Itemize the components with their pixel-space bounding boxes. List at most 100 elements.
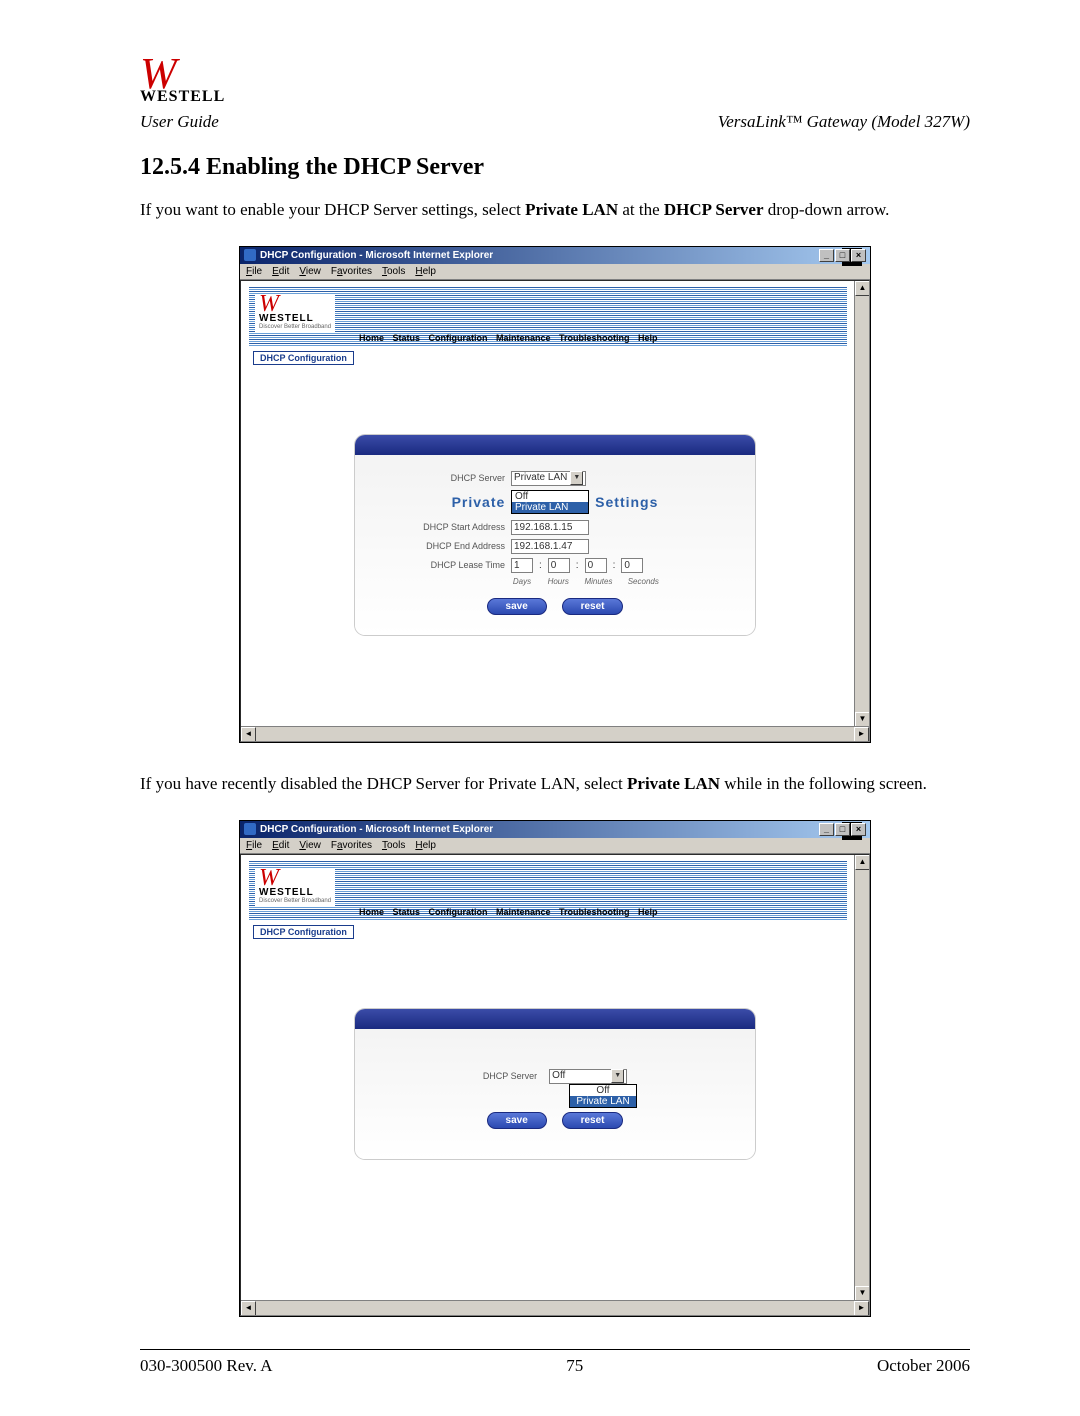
bold-private-lan-2: Private LAN xyxy=(627,774,720,793)
horizontal-scrollbar[interactable]: ◄ ► xyxy=(241,1300,869,1315)
breadcrumb[interactable]: DHCP Configuration xyxy=(253,351,354,365)
page-banner: W WESTELL Discover Better Broadband Home… xyxy=(249,861,847,921)
screenshot-2: DHCP Configuration - Microsoft Internet … xyxy=(239,820,871,1317)
banner-brand: WESTELL xyxy=(259,887,331,898)
banner-tagline: Discover Better Broadband xyxy=(259,898,331,904)
menu-tools[interactable]: Tools xyxy=(382,840,405,851)
bold-dhcp-server: DHCP Server xyxy=(664,200,764,219)
menu-tools[interactable]: Tools xyxy=(382,266,405,277)
start-address-input[interactable]: 192.168.1.15 xyxy=(511,520,589,535)
scroll-down-icon[interactable]: ▼ xyxy=(855,1286,870,1301)
dropdown-option-private-lan[interactable]: Private LAN xyxy=(570,1096,636,1107)
dhcp-server-label: DHCP Server xyxy=(375,473,511,483)
nav-links[interactable]: Home Status Configuration Maintenance Tr… xyxy=(359,333,658,343)
lease-minutes-input[interactable]: 0 xyxy=(585,558,607,573)
save-button[interactable]: save xyxy=(487,1112,547,1129)
scroll-up-icon[interactable]: ▲ xyxy=(855,281,870,296)
footer-center: 75 xyxy=(566,1356,583,1376)
header-left: User Guide xyxy=(140,112,219,132)
menu-file[interactable]: File xyxy=(246,266,262,277)
menu-view[interactable]: View xyxy=(299,266,321,277)
panel-header xyxy=(355,435,755,455)
dropdown-option-off[interactable]: Off xyxy=(570,1085,636,1096)
menu-favorites[interactable]: Favorites xyxy=(331,266,372,277)
page-banner: W WESTELL Discover Better Broadband Home… xyxy=(249,287,847,347)
lease-days-input[interactable]: 1 xyxy=(511,558,533,573)
dhcp-server-dropdown[interactable]: Off Private LAN xyxy=(511,490,589,514)
scroll-right-icon[interactable]: ► xyxy=(854,1301,869,1316)
footer-rule xyxy=(140,1349,970,1350)
scroll-left-icon[interactable]: ◄ xyxy=(241,727,256,742)
close-button[interactable]: × xyxy=(851,823,866,836)
start-address-label: DHCP Start Address xyxy=(375,522,511,532)
window-titlebar: DHCP Configuration - Microsoft Internet … xyxy=(240,821,870,838)
horizontal-scrollbar[interactable]: ◄ ► xyxy=(241,726,869,741)
maximize-button[interactable]: □ xyxy=(835,249,850,262)
panel-header xyxy=(355,1009,755,1029)
dropdown-option-private-lan[interactable]: Private LAN xyxy=(512,502,588,513)
lease-hours-input[interactable]: 0 xyxy=(548,558,570,573)
header-right: VersaLink™ Gateway (Model 327W) xyxy=(718,112,970,132)
hours-label: Hours xyxy=(547,577,569,586)
minimize-button[interactable]: _ xyxy=(819,823,834,836)
vertical-scrollbar[interactable]: ▲ ▼ xyxy=(854,281,869,727)
reset-button[interactable]: reset xyxy=(562,598,624,615)
menu-edit[interactable]: Edit xyxy=(272,266,289,277)
minimize-button[interactable]: _ xyxy=(819,249,834,262)
menu-help[interactable]: Help xyxy=(415,840,436,851)
menu-help[interactable]: Help xyxy=(415,266,436,277)
logo-w-icon: W xyxy=(140,60,970,88)
window-title: DHCP Configuration - Microsoft Internet … xyxy=(260,824,493,835)
nav-links[interactable]: Home Status Configuration Maintenance Tr… xyxy=(359,907,658,917)
window-title: DHCP Configuration - Microsoft Internet … xyxy=(260,250,493,261)
banner-w-icon: W xyxy=(259,295,331,313)
menu-file[interactable]: File xyxy=(246,840,262,851)
logo-text: WESTELL xyxy=(140,88,970,106)
seconds-label: Seconds xyxy=(628,577,658,586)
dropdown-option-off[interactable]: Off xyxy=(512,491,588,502)
config-panel-1: DHCP Server Private LAN ▼ Off Private LA… xyxy=(355,435,755,635)
breadcrumb[interactable]: DHCP Configuration xyxy=(253,925,354,939)
end-address-label: DHCP End Address xyxy=(375,541,511,551)
dhcp-server-label: DHCP Server xyxy=(483,1071,543,1081)
banner-w-icon: W xyxy=(259,869,331,887)
lease-seconds-input[interactable]: 0 xyxy=(621,558,643,573)
scroll-up-icon[interactable]: ▲ xyxy=(855,855,870,870)
config-panel-2: DHCP Server Off ▼ Off Private LAN xyxy=(355,1009,755,1159)
footer-left: 030-300500 Rev. A xyxy=(140,1356,273,1376)
end-address-input[interactable]: 192.168.1.47 xyxy=(511,539,589,554)
ie-icon xyxy=(244,249,256,261)
menu-edit[interactable]: Edit xyxy=(272,840,289,851)
paragraph-1: If you want to enable your DHCP Server s… xyxy=(140,199,970,222)
menubar: File Edit View Favorites Tools Help xyxy=(240,264,870,280)
dhcp-server-select[interactable]: Private LAN ▼ xyxy=(511,471,586,486)
dhcp-server-select[interactable]: Off ▼ xyxy=(549,1069,627,1084)
save-button[interactable]: save xyxy=(487,598,547,615)
bold-private-lan: Private LAN xyxy=(525,200,618,219)
days-label: Days xyxy=(511,577,533,586)
reset-button[interactable]: reset xyxy=(562,1112,624,1129)
paragraph-2: If you have recently disabled the DHCP S… xyxy=(140,773,970,796)
banner-tagline: Discover Better Broadband xyxy=(259,324,331,330)
scroll-right-icon[interactable]: ► xyxy=(854,727,869,742)
menu-view[interactable]: View xyxy=(299,840,321,851)
menu-favorites[interactable]: Favorites xyxy=(331,840,372,851)
dhcp-server-dropdown[interactable]: Off Private LAN xyxy=(569,1084,637,1108)
close-button[interactable]: × xyxy=(851,249,866,262)
vertical-scrollbar[interactable]: ▲ ▼ xyxy=(854,855,869,1301)
footer-right: October 2006 xyxy=(877,1356,970,1376)
chevron-down-icon[interactable]: ▼ xyxy=(570,471,583,485)
maximize-button[interactable]: □ xyxy=(835,823,850,836)
westell-logo: W WESTELL xyxy=(140,60,970,106)
banner-brand: WESTELL xyxy=(259,313,331,324)
scroll-down-icon[interactable]: ▼ xyxy=(855,712,870,727)
menubar: File Edit View Favorites Tools Help xyxy=(240,838,870,854)
chevron-down-icon[interactable]: ▼ xyxy=(611,1069,624,1083)
ie-icon xyxy=(244,823,256,835)
section-heading: 12.5.4 Enabling the DHCP Server xyxy=(140,154,970,181)
minutes-label: Minutes xyxy=(583,577,613,586)
scroll-left-icon[interactable]: ◄ xyxy=(241,1301,256,1316)
lease-time-label: DHCP Lease Time xyxy=(375,560,511,570)
screenshot-1: DHCP Configuration - Microsoft Internet … xyxy=(239,246,871,743)
window-titlebar: DHCP Configuration - Microsoft Internet … xyxy=(240,247,870,264)
